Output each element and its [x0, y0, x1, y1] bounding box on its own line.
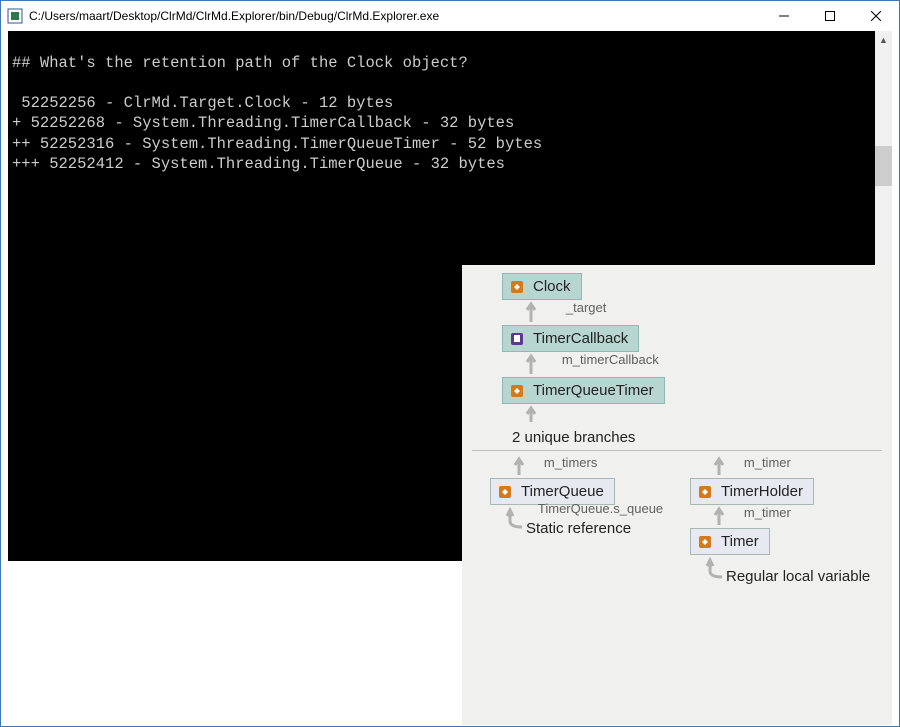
window-controls	[761, 1, 899, 31]
edge-label: TimerQueue.s_queue	[538, 501, 663, 516]
class-icon	[697, 484, 713, 500]
separator	[472, 450, 882, 451]
minimize-button[interactable]	[761, 1, 807, 31]
branches-label: 2 unique branches	[512, 429, 882, 446]
edge-label: _target	[566, 300, 606, 315]
arrow-up-icon	[524, 300, 538, 322]
static-reference-label: Static reference	[526, 520, 690, 537]
app-icon	[7, 8, 23, 24]
arrow-up-icon	[712, 455, 726, 475]
console-line: + 52252268 - System.Threading.TimerCallb…	[12, 114, 514, 132]
console-heading: ## What's the retention path of the Cloc…	[12, 54, 468, 72]
arrow-up-icon	[712, 505, 726, 525]
scroll-up-button[interactable]: ▲	[875, 31, 892, 48]
close-button[interactable]	[853, 1, 899, 31]
app-window: C:/Users/maart/Desktop/ClrMd/ClrMd.Explo…	[0, 0, 900, 727]
node-label: Clock	[533, 278, 571, 295]
local-variable-label: Regular local variable	[726, 568, 870, 585]
class-icon	[497, 484, 513, 500]
node-label: Timer	[721, 533, 759, 550]
node-timercallback[interactable]: TimerCallback	[502, 325, 639, 352]
class-icon	[509, 383, 525, 399]
edge-label: m_timers	[544, 455, 597, 470]
arrow-curve-icon	[504, 507, 528, 529]
node-clock[interactable]: Clock	[502, 273, 582, 300]
arrow-up-icon	[512, 455, 526, 475]
maximize-button[interactable]	[807, 1, 853, 31]
node-label: TimerCallback	[533, 330, 628, 347]
class-icon	[697, 534, 713, 550]
delegate-icon	[509, 331, 525, 347]
edge-label: m_timer	[744, 505, 791, 520]
client-area: ## What's the retention path of the Cloc…	[2, 31, 898, 725]
arrow-up-icon	[524, 404, 538, 422]
node-timer[interactable]: Timer	[690, 528, 770, 555]
console-line: +++ 52252412 - System.Threading.TimerQue…	[12, 155, 505, 173]
node-timerholder[interactable]: TimerHolder	[690, 478, 814, 505]
node-label: TimerQueue	[521, 483, 604, 500]
node-label: TimerHolder	[721, 483, 803, 500]
retention-diagram: Clock _target TimerCallback m_timerCal	[462, 265, 892, 725]
arrow-curve-icon	[704, 557, 728, 579]
arrow-up-icon	[524, 352, 538, 374]
node-timerqueuetimer[interactable]: TimerQueueTimer	[502, 377, 665, 404]
console-line: 52252256 - ClrMd.Target.Clock - 12 bytes	[12, 94, 393, 112]
node-label: TimerQueueTimer	[533, 382, 654, 399]
titlebar[interactable]: C:/Users/maart/Desktop/ClrMd/ClrMd.Explo…	[1, 1, 899, 31]
scroll-thumb[interactable]	[875, 146, 892, 186]
edge-label: m_timer	[744, 455, 791, 470]
class-icon	[509, 279, 525, 295]
console-line: ++ 52252316 - System.Threading.TimerQueu…	[12, 135, 542, 153]
edge-label: m_timerCallback	[562, 352, 659, 367]
window-title: C:/Users/maart/Desktop/ClrMd/ClrMd.Explo…	[29, 9, 761, 23]
